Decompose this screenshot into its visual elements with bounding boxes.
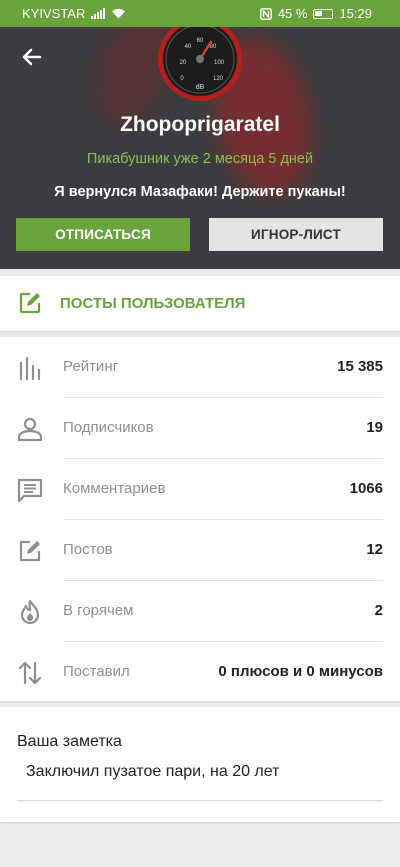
stat-row-comments[interactable]: Комментариев 1066 — [0, 459, 400, 520]
user-posts-label: ПОСТЫ ПОЛЬЗОВАТЕЛЯ — [60, 295, 246, 312]
gauge-tick-label: 60 — [197, 38, 204, 44]
clock: 15:29 — [339, 6, 372, 21]
username: Zhopoprigaratel — [120, 113, 280, 136]
stat-value: 0 плюсов и 0 минусов — [218, 663, 383, 680]
stat-row-posts[interactable]: Постов 12 — [0, 520, 400, 581]
note-title: Ваша заметка — [17, 733, 122, 750]
stat-label: Постов — [63, 541, 113, 558]
battery-percent: 45 % — [277, 6, 308, 21]
stat-value: 12 — [366, 541, 383, 558]
battery-icon — [313, 8, 334, 19]
gauge-tick-label: 20 — [180, 60, 187, 66]
user-motto: Я вернулся Мазафаки! Держите пуканы! — [54, 184, 346, 200]
member-since: Пикабушник уже 2 месяца 5 дней — [86, 151, 314, 167]
stat-row-hot[interactable]: В горячем 2 — [0, 581, 400, 642]
stat-value: 19 — [366, 419, 383, 436]
stat-label: Подписчиков — [63, 419, 154, 436]
arrows-updown-icon — [18, 661, 42, 685]
nfc-icon — [259, 7, 272, 20]
signal-icon — [91, 8, 106, 19]
wifi-icon — [112, 8, 126, 19]
note-input[interactable]: Заключил пузатое пари, на 20 лет — [26, 763, 279, 781]
comment-icon — [17, 478, 43, 503]
stat-value: 15 385 — [337, 358, 383, 375]
stat-row-rating: Рейтинг 15 385 — [0, 337, 400, 398]
stat-label: Комментариев — [63, 480, 166, 497]
gauge-tick-label: 100 — [214, 60, 225, 66]
stat-value: 2 — [374, 602, 383, 619]
unsubscribe-button[interactable]: ОТПИСАТЬСЯ — [16, 218, 190, 251]
stat-row-subscribers[interactable]: Подписчиков 19 — [0, 398, 400, 459]
stat-label: Рейтинг — [63, 358, 119, 375]
gauge-tick-label: 120 — [213, 76, 224, 82]
stats-list: Рейтинг 15 385 Подписчиков 19 Комментари… — [0, 337, 400, 701]
note-underline — [17, 800, 383, 801]
speedometer-avatar: 20 40 60 80 100 120 0 dB — [158, 27, 242, 101]
bar-chart-icon — [19, 356, 41, 381]
stat-value: 1066 — [349, 480, 383, 497]
gauge-tick-label: 40 — [185, 44, 192, 50]
stat-row-votes: Поставил 0 плюсов и 0 минусов — [0, 642, 400, 703]
stat-label: В горячем — [63, 602, 134, 619]
back-arrow-icon[interactable] — [16, 41, 48, 73]
user-posts-link[interactable]: ПОСТЫ ПОЛЬЗОВАТЕЛЯ — [0, 276, 400, 331]
profile-header: 20 40 60 80 100 120 0 dB Zhopoprigaratel… — [0, 27, 400, 269]
status-bar: KYIVSTAR 45 % 15:29 — [0, 0, 400, 27]
gauge-tick-label: 80 — [210, 44, 217, 50]
ignore-list-button[interactable]: ИГНОР-ЛИСТ — [209, 218, 383, 251]
edit-icon — [19, 540, 41, 562]
person-icon — [17, 417, 43, 442]
note-card: Ваша заметка Заключил пузатое пари, на 2… — [0, 707, 400, 822]
gauge-unit: dB — [196, 84, 205, 91]
edit-icon — [19, 292, 41, 314]
carrier-label: KYIVSTAR — [22, 6, 86, 21]
flame-icon — [20, 599, 40, 625]
stat-label: Поставил — [63, 663, 130, 680]
